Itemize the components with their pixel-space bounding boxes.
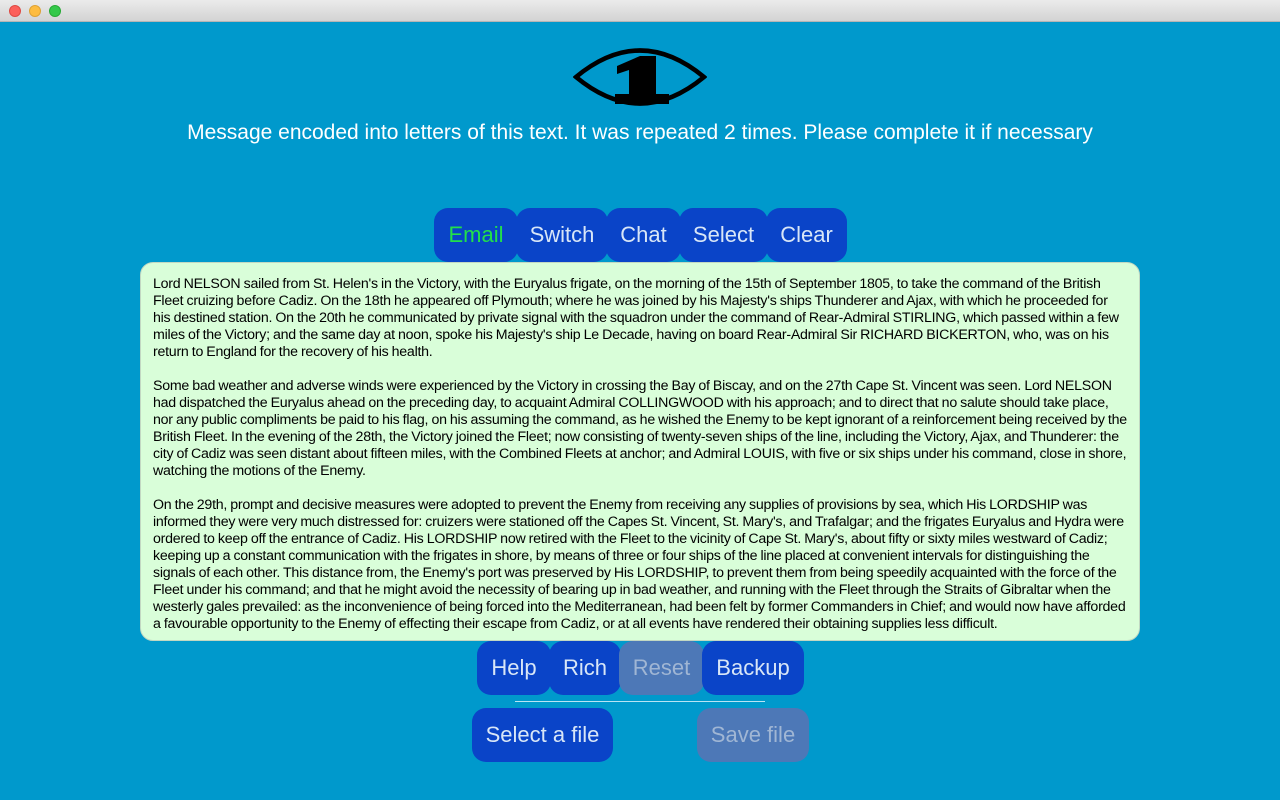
- chat-button[interactable]: Chat: [606, 208, 681, 262]
- rich-button[interactable]: Rich: [549, 641, 621, 695]
- email-button[interactable]: Email: [434, 208, 518, 262]
- reset-button[interactable]: Reset: [619, 641, 704, 695]
- backup-button[interactable]: Backup: [702, 641, 804, 695]
- message-text-area[interactable]: Lord NELSON sailed from St. Helen's in t…: [140, 262, 1140, 641]
- switch-button[interactable]: Switch: [516, 208, 608, 262]
- text-paragraph: Lord NELSON sailed from St. Helen's in t…: [153, 276, 1119, 360]
- text-paragraph: Some bad weather and adverse winds were …: [153, 378, 1127, 479]
- clear-button[interactable]: Clear: [766, 208, 847, 262]
- close-window-icon[interactable]: [9, 5, 21, 17]
- select-button[interactable]: Select: [679, 208, 768, 262]
- eye-logo-icon: [573, 48, 707, 106]
- maximize-window-icon[interactable]: [49, 5, 61, 17]
- help-button[interactable]: Help: [477, 641, 551, 695]
- divider-line: [515, 701, 765, 702]
- select-file-button[interactable]: Select a file: [472, 708, 613, 762]
- instruction-headline: Message encoded into letters of this tex…: [187, 121, 1093, 144]
- window-titlebar: [0, 0, 1280, 22]
- text-paragraph: On the 29th, prompt and decisive measure…: [153, 497, 1126, 632]
- minimize-window-icon[interactable]: [29, 5, 41, 17]
- save-file-button[interactable]: Save file: [697, 708, 809, 762]
